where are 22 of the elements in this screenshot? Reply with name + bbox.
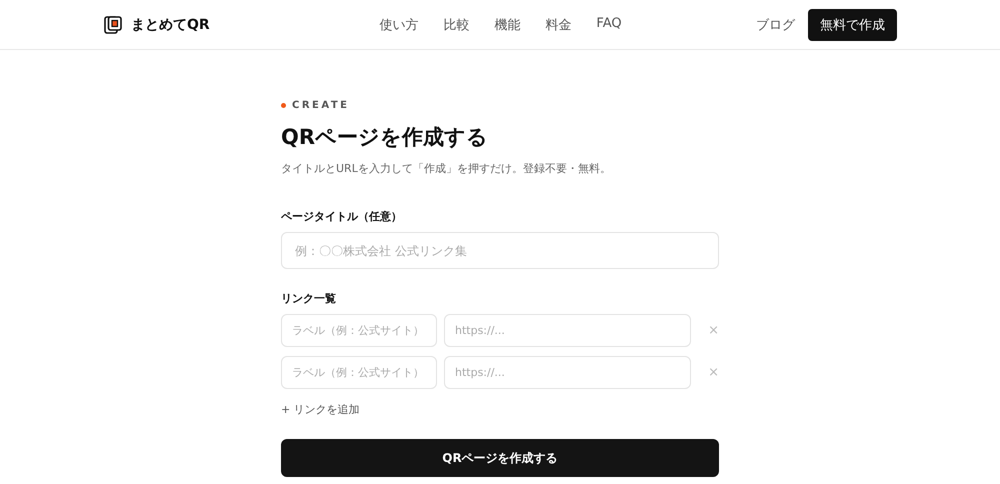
nav-link[interactable]: 料金 — [545, 16, 572, 34]
description: タイトルとURLを入力して「作成」を押すだけ。登録不要・無料。 — [281, 161, 612, 176]
blog-link[interactable]: ブログ — [756, 16, 795, 34]
brand-name: まとめてQR — [131, 16, 210, 34]
link-label-field[interactable]: ラベル（例：公式サイト） — [281, 314, 437, 347]
link-url-field[interactable]: https://... — [444, 356, 692, 389]
accent-dot — [281, 103, 286, 108]
page-heading: QRページを作成する — [281, 124, 490, 151]
submit-button[interactable]: QRページを作成する — [281, 439, 719, 477]
field-label: リンク一覧 — [281, 291, 337, 306]
page-title-field[interactable]: 例：〇〇株式会社 公式リンク集 — [281, 232, 719, 269]
nav-link[interactable]: 比較 — [443, 16, 470, 34]
link-label-field[interactable]: ラベル（例：公式サイト） — [281, 356, 437, 389]
eyebrow-label: CREATE — [292, 100, 350, 111]
logo-icon — [104, 16, 122, 34]
nav-link[interactable]: 使い方 — [379, 16, 418, 34]
nav-link[interactable]: 機能 — [494, 16, 520, 34]
nav-link[interactable]: FAQ — [596, 16, 622, 34]
add-link-button[interactable]: + リンクを追加 — [281, 402, 360, 417]
cta-button[interactable]: 無料で作成 — [808, 8, 897, 40]
link-url-field[interactable]: https://... — [444, 314, 692, 347]
field-label: ページタイトル（任意） — [281, 209, 403, 224]
